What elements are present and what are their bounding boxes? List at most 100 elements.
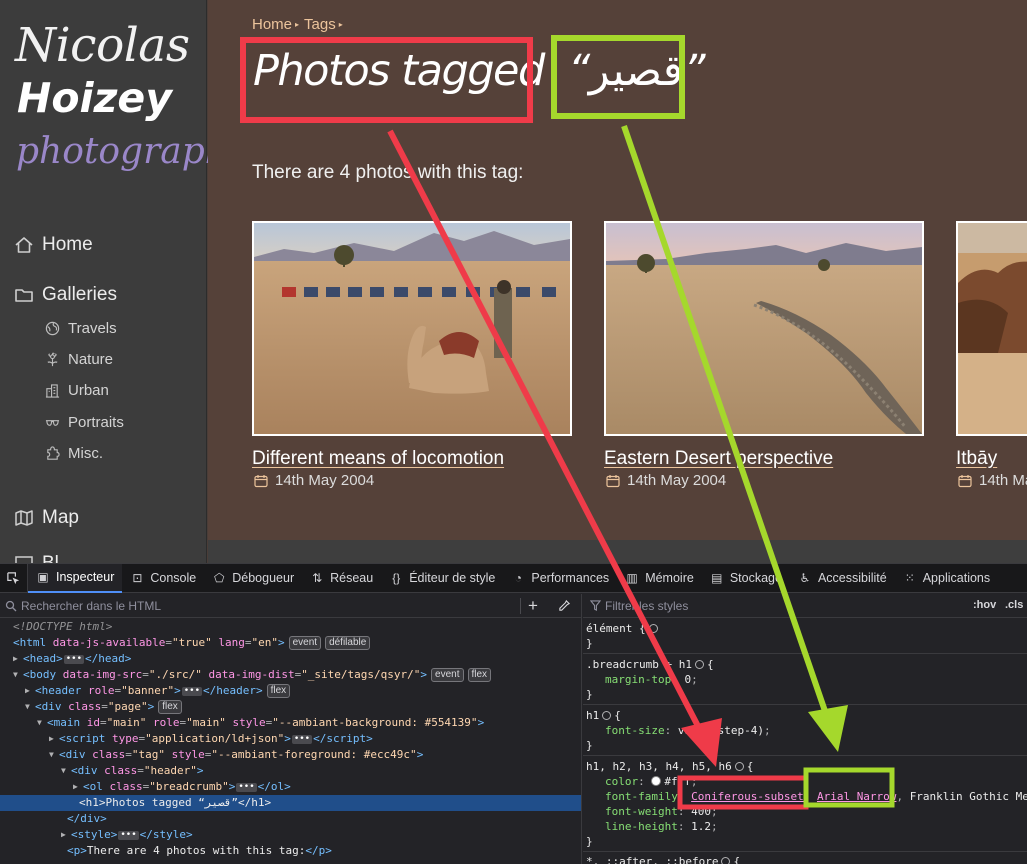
ol-tag: ol: [89, 780, 103, 793]
expand-arrow-icon[interactable]: ▶: [49, 731, 59, 747]
tree-body[interactable]: ▼ < body data-img-src = "./src/" data-img-di…: [13, 667, 492, 683]
html-search-input[interactable]: [21, 598, 501, 613]
photo-thumbnail-2[interactable]: [604, 221, 924, 436]
gear-icon[interactable]: [734, 762, 744, 771]
tree-style[interactable]: ▶ < style > ••• </style >: [61, 827, 193, 843]
collapse-arrow-icon[interactable]: ▼: [25, 699, 35, 715]
nav-misc[interactable]: Misc.: [45, 445, 103, 462]
script-tag: script: [65, 732, 106, 745]
expand-arrow-icon[interactable]: ▶: [61, 827, 71, 843]
tab-console[interactable]: ⊡ Console: [122, 564, 204, 593]
collapse-arrow-icon[interactable]: ▼: [13, 667, 23, 683]
tab-debugger[interactable]: ⬠ Débogueur: [204, 564, 302, 593]
declaration-line-height[interactable]: line-height: 1.2;: [605, 819, 718, 834]
tree-div-page[interactable]: ▼ < div class = "page" > flex: [25, 699, 182, 715]
rule-headings[interactable]: h1, h2, h3, h4, h5, h6{: [586, 759, 753, 774]
tree-main[interactable]: ▼ < main id = "main" role = "main" style = "--am…: [37, 715, 484, 731]
collapse-arrow-icon[interactable]: ▼: [37, 715, 47, 731]
tab-style-editor[interactable]: {} Éditeur de style: [381, 564, 503, 593]
font-family-value-2[interactable]: Arial Narrow: [817, 790, 896, 803]
nav-blog-partial[interactable]: Bl: [14, 553, 59, 563]
nav-urban[interactable]: Urban: [45, 382, 109, 399]
font-family-value-1[interactable]: Coniferous-subset: [691, 790, 804, 803]
flex-badge[interactable]: flex: [266, 684, 291, 698]
attr-value: "application/ld+json": [145, 732, 285, 745]
calendar-icon: [958, 474, 972, 487]
tree-script[interactable]: ▶ < script type = "application/ld+json" > ••• <…: [49, 731, 373, 747]
photo-thumbnail-3[interactable]: [956, 221, 1027, 436]
photo-title-link-3[interactable]: Itbāy: [956, 448, 997, 470]
gear-icon[interactable]: [694, 660, 704, 669]
rule-universal[interactable]: *, ::after, ::before{: [586, 854, 740, 864]
tab-storage[interactable]: ▤ Stockage: [702, 564, 790, 593]
tree-h1-selected[interactable]: < h1 > Photos tagged “قصير” </h1 >: [0, 795, 581, 811]
collapse-arrow-icon[interactable]: ▼: [61, 763, 71, 779]
attr-name: id: [86, 716, 100, 729]
tab-accessibility[interactable]: ♿ Accessibilité: [790, 564, 895, 593]
rule-h1[interactable]: h1{: [586, 708, 621, 723]
style-editor-icon: {}: [392, 571, 401, 585]
event-badge[interactable]: event: [431, 668, 464, 682]
markup-view: + <!DOCTYPE html> <html data-js-availabl…: [0, 594, 582, 864]
tree-ol[interactable]: ▶ < ol class = "breadcrumb" > ••• </ol >: [73, 779, 291, 795]
tree-div-header[interactable]: ▼ < div class = "header" >: [61, 763, 203, 779]
classes-toggle[interactable]: .cls: [1005, 599, 1023, 611]
breadcrumb-home[interactable]: Home: [252, 16, 292, 33]
declaration-margin-top[interactable]: margin-top: 0;: [605, 672, 698, 687]
expand-arrow-icon[interactable]: ▶: [25, 683, 35, 699]
nav-galleries[interactable]: Galleries: [14, 284, 117, 306]
tab-inspector[interactable]: ▣ Inspecteur: [28, 563, 123, 593]
nav-nature[interactable]: Nature: [45, 351, 113, 368]
breadcrumb-tags[interactable]: Tags: [304, 16, 336, 33]
gear-icon[interactable]: [602, 711, 612, 720]
tree-html[interactable]: < html data-js-available = "true" lang = "en"…: [13, 635, 371, 651]
collapsed-content-icon[interactable]: •••: [181, 686, 202, 696]
gear-icon[interactable]: [648, 624, 658, 633]
expand-arrow-icon[interactable]: ▶: [13, 651, 23, 667]
flex-badge[interactable]: flex: [158, 700, 182, 714]
nav-map[interactable]: Map: [14, 507, 79, 529]
tab-accessibility-label: Accessibilité: [817, 571, 887, 585]
rule-element[interactable]: élément {: [586, 621, 661, 636]
collapsed-content-icon[interactable]: •••: [291, 734, 313, 744]
add-node-button[interactable]: +: [528, 596, 538, 616]
tree-p[interactable]: < p > There are 4 photos with this tag: </p >: [67, 843, 332, 859]
declaration-font-weight[interactable]: font-weight: 400;: [605, 804, 718, 819]
nav-portraits[interactable]: Portraits: [45, 414, 124, 431]
declaration-font-size[interactable]: font-size: var(--step-4);: [605, 723, 771, 738]
hover-states-toggle[interactable]: :hov: [973, 599, 996, 611]
tree-div-tag[interactable]: ▼ < div class = "tag" style = "--ambiant-foreg…: [49, 747, 423, 763]
collapse-arrow-icon[interactable]: ▼: [49, 747, 59, 763]
expand-arrow-icon[interactable]: ▶: [73, 779, 83, 795]
tab-performance[interactable]: ◔ Performances: [503, 564, 617, 593]
nav-home[interactable]: Home: [14, 234, 93, 256]
rule-breadcrumb-h1[interactable]: .breadcrumb + h1{: [586, 657, 714, 672]
tree-head[interactable]: ▶ < head > ••• </head >: [13, 651, 131, 667]
styles-filter-input[interactable]: [605, 598, 945, 613]
attr-name: data-img-src: [62, 668, 143, 681]
tree-div-close[interactable]: </div >: [67, 811, 107, 827]
eyedropper-icon[interactable]: [558, 599, 571, 612]
tab-applications[interactable]: ⁙ Applications: [895, 564, 998, 593]
element-picker-button[interactable]: [0, 563, 28, 593]
event-badge[interactable]: event: [288, 636, 322, 650]
rule-divider: [583, 851, 1027, 852]
gear-icon[interactable]: [721, 857, 731, 864]
flex-badge[interactable]: flex: [467, 668, 492, 682]
tree-doctype[interactable]: <!DOCTYPE html>: [13, 619, 112, 635]
attr-value: "en": [251, 636, 278, 649]
declaration-font-family[interactable]: font-family: Coniferous-subset, Arial Na…: [605, 789, 1027, 804]
collapsed-content-icon[interactable]: •••: [118, 830, 139, 840]
tab-memory[interactable]: ▥ Mémoire: [617, 564, 702, 593]
scrollable-badge[interactable]: défilable: [325, 636, 371, 650]
color-swatch-icon[interactable]: [651, 776, 662, 786]
tab-network[interactable]: ⇅ Réseau: [302, 564, 381, 593]
collapsed-content-icon[interactable]: •••: [63, 654, 85, 664]
tree-header[interactable]: ▶ < header role = "banner" > ••• </header > flex: [25, 683, 291, 699]
photo-thumbnail-1[interactable]: [252, 221, 572, 436]
collapsed-content-icon[interactable]: •••: [236, 782, 257, 792]
declaration-color[interactable]: color: #fff;: [605, 774, 698, 789]
photo-title-link-2[interactable]: Eastern Desert perspective: [604, 448, 833, 470]
nav-travels[interactable]: Travels: [45, 320, 117, 337]
photo-title-link-1[interactable]: Different means of locomotion: [252, 448, 504, 470]
